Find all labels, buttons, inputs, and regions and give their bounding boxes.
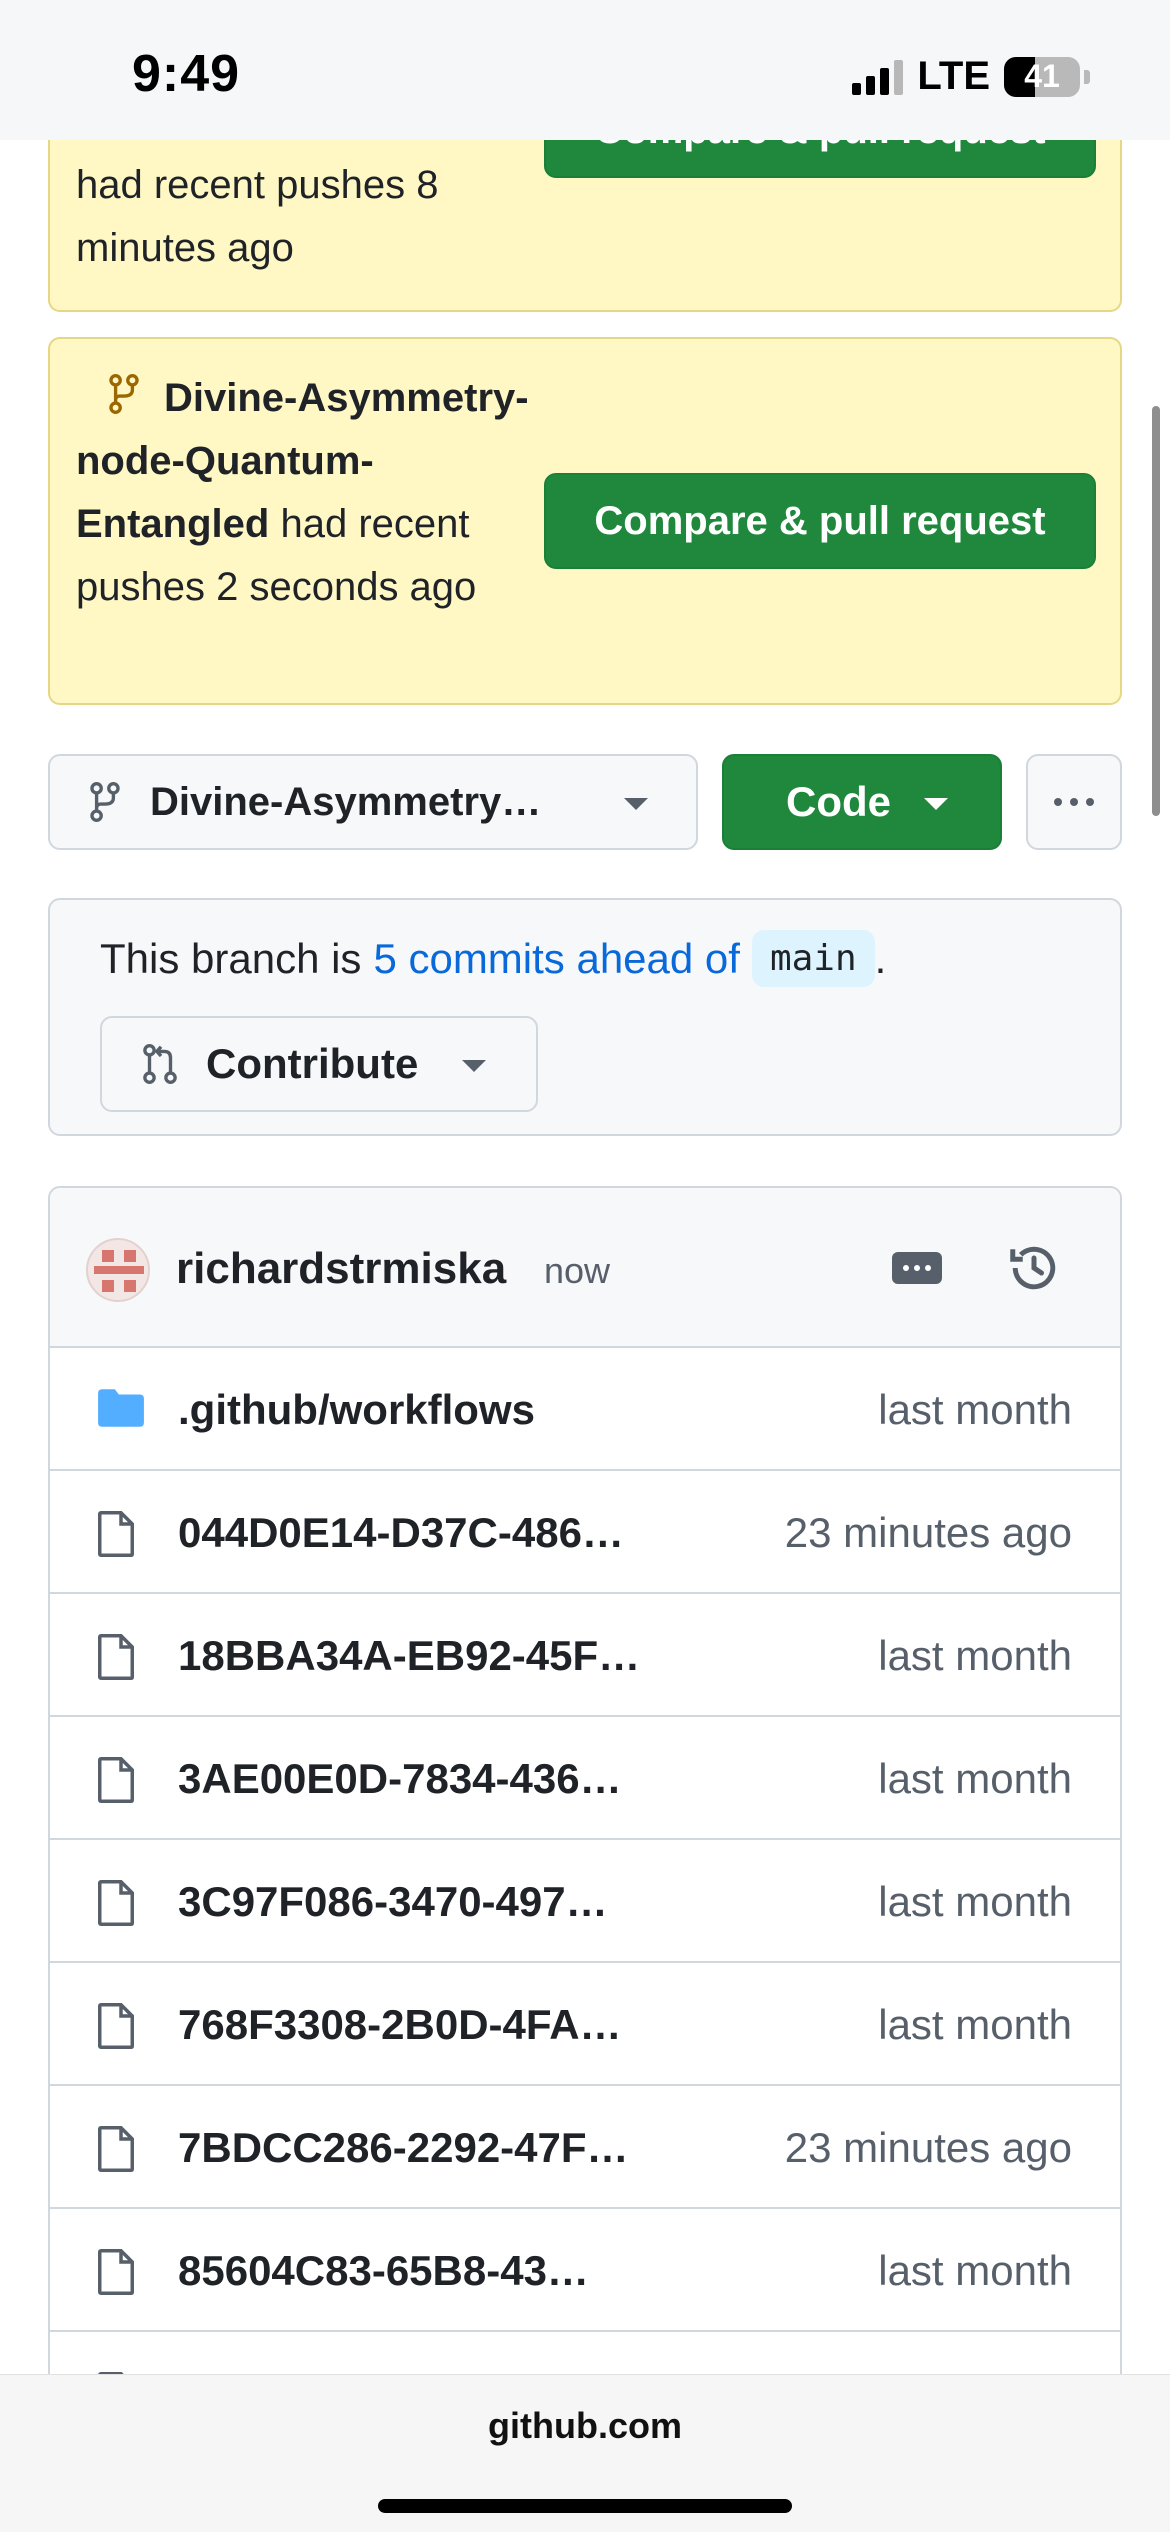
home-indicator[interactable] (378, 2499, 792, 2513)
branch-ahead-text: This branch is 5 commits ahead of main . (100, 930, 886, 987)
status-indicators: LTE 41 (852, 54, 1090, 99)
network-type: LTE (917, 54, 990, 98)
file-time: last month (878, 1632, 1072, 1679)
file-row[interactable]: 044D0E14-D37C-486… 23 minutes ago (50, 1471, 1120, 1594)
more-options-button[interactable] (1026, 754, 1122, 850)
git-branch-icon (109, 374, 139, 414)
address-bar-url[interactable]: github.com (0, 2405, 1170, 2447)
code-button-label: Code (786, 778, 891, 825)
chevron-down-icon (624, 798, 648, 810)
branch-selector-label: Divine-Asymmetry… (150, 779, 542, 824)
file-row[interactable]: .github/workflows last month (50, 1348, 1120, 1471)
file-row[interactable]: 768F3308-2B0D-4FA… last month (50, 1963, 1120, 2086)
file-name[interactable]: 768F3308-2B0D-4FA… (178, 2001, 622, 2049)
file-name[interactable]: 3AE00E0D-7834-436… (178, 1755, 622, 1803)
file-row[interactable]: 85604C83-65B8-43… last month (50, 2209, 1120, 2332)
file-name[interactable]: 7BDCC286-2292-47F… (178, 2124, 629, 2172)
ellipsis-dot (925, 1265, 931, 1271)
file-list: richardstrmiska now .github/workflows la… (48, 1186, 1122, 2386)
avatar[interactable] (86, 1238, 150, 1302)
status-bar: 9:49 LTE 41 (0, 0, 1170, 140)
file-time: last month (878, 2001, 1072, 2048)
file-icon (98, 1511, 134, 1557)
file-name[interactable]: .github/workflows (178, 1386, 535, 1434)
code-button[interactable]: Code (722, 754, 1002, 850)
file-icon (98, 1757, 134, 1803)
cellular-signal-icon (852, 59, 904, 95)
latest-commit-row: richardstrmiska now (50, 1188, 1120, 1348)
ellipsis-dot (903, 1265, 909, 1271)
commit-author[interactable]: richardstrmiska (176, 1244, 506, 1294)
scrollbar-thumb[interactable] (1152, 406, 1160, 816)
chevron-down-icon (462, 1060, 486, 1072)
chevron-down-icon (924, 798, 948, 810)
file-time: last month (878, 1755, 1072, 1802)
history-icon[interactable] (1004, 1238, 1064, 1298)
battery-icon: 41 (1004, 56, 1080, 97)
file-name[interactable]: 85604C83-65B8-43… (178, 2247, 589, 2295)
file-row[interactable]: 18BBA34A-EB92-45F… last month (50, 1594, 1120, 1717)
browser-bottom-bar: github.com (0, 2374, 1170, 2532)
compare-pull-request-button[interactable]: Compare & pull request (544, 473, 1096, 569)
kebab-dot (1070, 798, 1078, 806)
file-row[interactable]: 3C97F086-3470-497… last month (50, 1840, 1120, 1963)
contribute-button[interactable]: Contribute (100, 1016, 538, 1112)
file-name[interactable]: 18BBA34A-EB92-45F… (178, 1632, 640, 1680)
ellipsis-dot (914, 1265, 920, 1271)
file-row[interactable]: 7BDCC286-2292-47F… 23 minutes ago (50, 2086, 1120, 2209)
file-icon (98, 2126, 134, 2172)
file-row[interactable]: 3AE00E0D-7834-436… last month (50, 1717, 1120, 1840)
kebab-dot (1086, 798, 1094, 806)
contribute-label: Contribute (206, 1040, 419, 1087)
file-time: last month (878, 1386, 1072, 1433)
ahead-prefix: This branch is (100, 934, 362, 982)
ahead-suffix: . (874, 934, 887, 982)
commit-message-toggle-button[interactable] (892, 1252, 942, 1284)
file-icon (98, 1634, 134, 1680)
kebab-dot (1054, 798, 1062, 806)
file-time: last month (878, 2247, 1072, 2294)
file-time: last month (878, 1878, 1072, 1925)
commit-time: now (544, 1250, 611, 1291)
file-icon (98, 1880, 134, 1926)
file-name[interactable]: 3C97F086-3470-497… (178, 1878, 608, 1926)
battery-nub (1084, 69, 1090, 84)
folder-icon (98, 1389, 144, 1427)
branch-status-box: This branch is 5 commits ahead of main .… (48, 898, 1122, 1136)
banner-message: Divine-Asymmetry-node-Quantum-Entangled … (76, 367, 536, 619)
file-icon (98, 2249, 134, 2295)
file-icon (98, 2003, 134, 2049)
banner-push-text: had recent pushes 8 minutes ago (76, 163, 439, 270)
file-time: 23 minutes ago (784, 1509, 1072, 1556)
commits-ahead-link[interactable]: 5 commits ahead of (373, 935, 740, 983)
recent-push-banner: Divine-Asymmetry-node-Quantum-Entangled … (48, 337, 1122, 705)
git-branch-icon (90, 782, 120, 822)
base-branch-ref: main (751, 930, 875, 987)
battery-level: 41 (1024, 58, 1060, 94)
branch-selector[interactable]: Divine-Asymmetry… (48, 754, 698, 850)
file-name[interactable]: 044D0E14-D37C-486… (178, 1509, 624, 1557)
status-time: 9:49 (132, 45, 241, 103)
git-pull-request-icon (143, 1044, 177, 1084)
file-time: 23 minutes ago (784, 2124, 1072, 2171)
